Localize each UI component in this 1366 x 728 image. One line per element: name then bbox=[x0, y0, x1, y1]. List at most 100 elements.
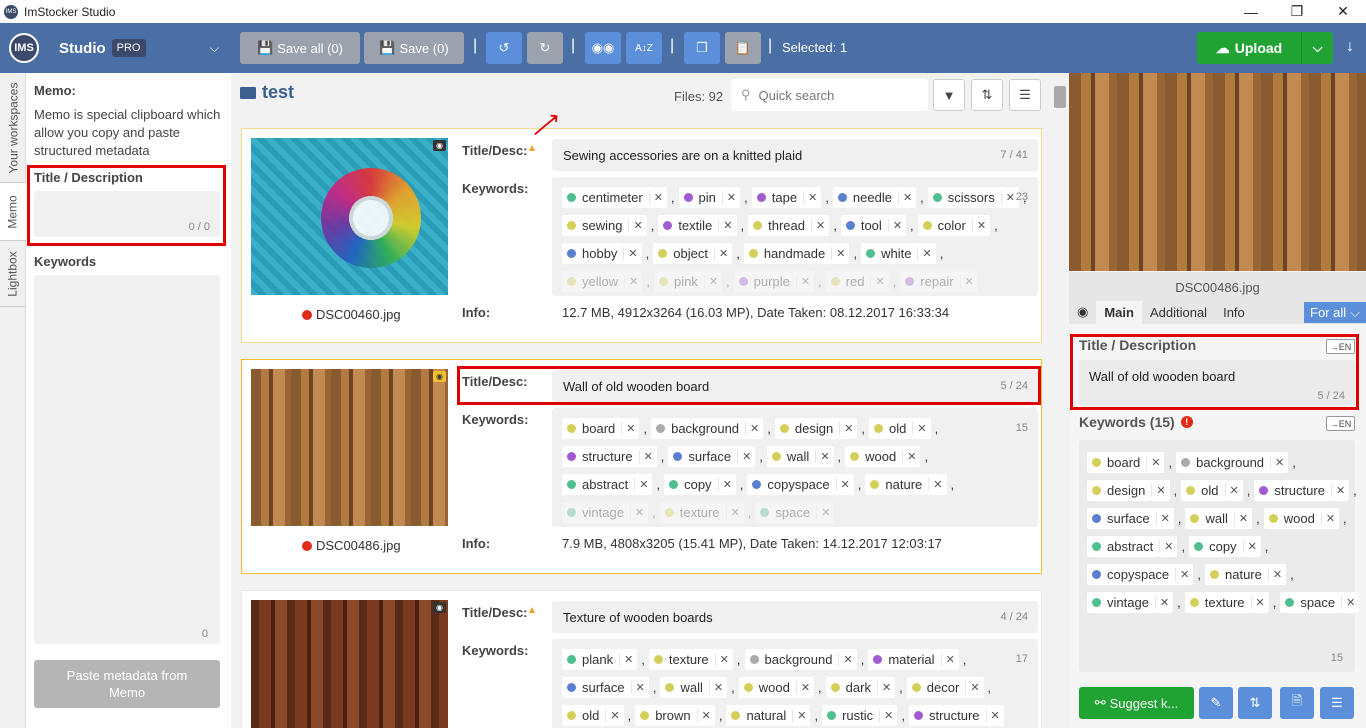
workspace-selector[interactable]: IMS Studio PRO ⌵ bbox=[0, 23, 231, 73]
remove-keyword-icon[interactable]: ✕ bbox=[628, 218, 646, 232]
search-input[interactable] bbox=[758, 87, 909, 103]
keyword-tag[interactable]: nature ✕ bbox=[1205, 563, 1287, 585]
tab-your-workspaces[interactable]: Your workspaces bbox=[0, 73, 26, 183]
remove-keyword-icon[interactable]: ✕ bbox=[795, 680, 814, 694]
remove-keyword-icon[interactable]: ✕ bbox=[717, 477, 736, 491]
keyword-tag[interactable]: tool ✕ bbox=[840, 214, 907, 236]
upload-dropdown-button[interactable]: ⌵ bbox=[1301, 32, 1333, 64]
keyword-tag[interactable]: background ✕ bbox=[651, 417, 764, 439]
keyword-tag[interactable]: centimeter ✕ bbox=[562, 186, 667, 208]
tab-memo[interactable]: Memo bbox=[0, 183, 26, 241]
keyword-tag[interactable]: material ✕ bbox=[868, 648, 959, 670]
keyword-tag[interactable]: object ✕ bbox=[653, 242, 733, 264]
remove-keyword-icon[interactable]: ✕ bbox=[745, 421, 763, 435]
quick-search[interactable]: ⚲ bbox=[731, 79, 928, 111]
tab-info[interactable]: Info bbox=[1215, 305, 1253, 324]
remove-keyword-icon[interactable]: ✕ bbox=[1270, 455, 1288, 469]
keyword-tag[interactable]: pin ✕ bbox=[678, 186, 741, 208]
undo-button[interactable]: ↺ bbox=[486, 32, 522, 64]
keyword-tag[interactable]: decor ✕ bbox=[906, 676, 984, 698]
thumbnail-image[interactable]: ◉ bbox=[251, 600, 448, 728]
keyword-tag[interactable]: pink ✕ bbox=[653, 270, 723, 292]
upload-button[interactable]: ☁ Upload ⌵ bbox=[1197, 32, 1333, 64]
remove-keyword-icon[interactable]: ✕ bbox=[795, 274, 814, 288]
keywords-field[interactable]: board ✕, background ✕, design ✕, old ✕, structur… bbox=[552, 408, 1038, 527]
keyword-tag[interactable]: white ✕ bbox=[861, 242, 936, 264]
keyword-tag[interactable]: design ✕ bbox=[1087, 479, 1170, 501]
remove-keyword-icon[interactable]: ✕ bbox=[1155, 511, 1174, 525]
keyword-tag[interactable]: vintage ✕ bbox=[1087, 591, 1174, 613]
camera-icon[interactable]: ◉ bbox=[1069, 304, 1096, 324]
memo-keywords-field[interactable]: 0 bbox=[34, 275, 220, 644]
keyword-tag[interactable]: sewing ✕ bbox=[562, 214, 647, 236]
view-mode-button[interactable]: ☰ bbox=[1009, 79, 1041, 111]
tab-lightbox[interactable]: Lightbox bbox=[0, 241, 26, 307]
paste-button[interactable]: 📋 bbox=[725, 32, 761, 64]
keyword-tag[interactable]: old ✕ bbox=[869, 417, 931, 439]
paste-metadata-button[interactable]: Paste metadata from Memo bbox=[34, 660, 220, 708]
menu-button[interactable]: ☰ bbox=[1320, 687, 1354, 719]
thumbnail-image[interactable]: ◉ bbox=[251, 138, 448, 295]
remove-keyword-icon[interactable]: ✕ bbox=[737, 449, 755, 463]
remove-keyword-icon[interactable]: ✕ bbox=[1159, 539, 1177, 553]
remove-keyword-icon[interactable]: ✕ bbox=[1146, 455, 1164, 469]
remove-keyword-icon[interactable]: ✕ bbox=[725, 505, 744, 519]
vertical-scrollbar[interactable] bbox=[1052, 82, 1068, 728]
suggest-keywords-button[interactable]: ⚯ Suggest k... bbox=[1079, 687, 1194, 719]
title-field[interactable]: Texture of wooden boards 4 / 24 bbox=[552, 601, 1038, 633]
keyword-tag[interactable]: brown ✕ bbox=[635, 704, 715, 726]
remove-keyword-icon[interactable]: ✕ bbox=[839, 421, 857, 435]
keywords-field[interactable]: plank ✕, texture ✕, background ✕, material ✕, su… bbox=[552, 639, 1038, 728]
download-arrow-icon[interactable]: ↓ bbox=[1346, 38, 1354, 56]
remove-keyword-icon[interactable]: ✕ bbox=[831, 246, 849, 260]
keyword-tag[interactable]: abstract ✕ bbox=[562, 473, 653, 495]
remove-keyword-icon[interactable]: ✕ bbox=[792, 708, 810, 722]
keyword-tag[interactable]: board ✕ bbox=[562, 417, 640, 439]
keyword-tag[interactable]: vintage ✕ bbox=[562, 501, 649, 523]
remove-keyword-icon[interactable]: ✕ bbox=[1320, 511, 1339, 525]
remove-keyword-icon[interactable]: ✕ bbox=[1224, 483, 1243, 497]
keyword-tag[interactable]: texture ✕ bbox=[659, 501, 744, 523]
keyword-tag[interactable]: surface ✕ bbox=[668, 445, 756, 467]
keyword-tag[interactable]: abstract ✕ bbox=[1087, 535, 1178, 557]
keyword-tag[interactable]: background ✕ bbox=[744, 648, 857, 670]
remove-keyword-icon[interactable]: ✕ bbox=[619, 652, 637, 666]
remove-keyword-icon[interactable]: ✕ bbox=[912, 421, 930, 435]
keyword-tag[interactable]: copy ✕ bbox=[664, 473, 736, 495]
keyword-tag[interactable]: hobby ✕ bbox=[562, 242, 642, 264]
remove-keyword-icon[interactable]: ✕ bbox=[985, 708, 1004, 722]
remove-keyword-icon[interactable]: ✕ bbox=[714, 652, 733, 666]
remove-keyword-icon[interactable]: ✕ bbox=[897, 190, 916, 204]
remove-keyword-icon[interactable]: ✕ bbox=[902, 449, 920, 463]
keyword-tag[interactable]: old ✕ bbox=[1181, 479, 1243, 501]
file-card[interactable]: ◉ Title/Desc: ▲ Keywords: Texture of woo… bbox=[241, 590, 1042, 728]
keyword-tag[interactable]: structure ✕ bbox=[908, 704, 1004, 726]
remove-keyword-icon[interactable]: ✕ bbox=[928, 477, 946, 491]
sort-az-button[interactable]: A↕Z bbox=[626, 32, 662, 64]
keyword-tag[interactable]: repair ✕ bbox=[900, 270, 978, 292]
keyword-tag[interactable]: needle ✕ bbox=[832, 186, 917, 208]
keyword-tag[interactable]: wall ✕ bbox=[766, 445, 834, 467]
details-keywords-field[interactable]: board ✕, background ✕, design ✕, old ✕, structur… bbox=[1079, 440, 1360, 672]
keyword-tag[interactable]: wall ✕ bbox=[1185, 507, 1253, 529]
remove-keyword-icon[interactable]: ✕ bbox=[917, 246, 935, 260]
keyword-tag[interactable]: structure ✕ bbox=[1254, 479, 1350, 501]
keyword-tag[interactable]: scissors ✕ bbox=[927, 186, 1019, 208]
find-button[interactable]: ◉◉ bbox=[585, 32, 621, 64]
edit-button[interactable]: ✎ bbox=[1199, 687, 1233, 719]
keyword-tag[interactable]: structure ✕ bbox=[562, 445, 657, 467]
keyword-tag[interactable]: color ✕ bbox=[917, 214, 991, 236]
remove-keyword-icon[interactable]: ✕ bbox=[1242, 539, 1261, 553]
keyword-tag[interactable]: natural ✕ bbox=[726, 704, 811, 726]
remove-keyword-icon[interactable]: ✕ bbox=[623, 246, 641, 260]
copy-button[interactable]: ❐ bbox=[684, 32, 720, 64]
keyword-tag[interactable]: texture ✕ bbox=[648, 648, 733, 670]
remove-keyword-icon[interactable]: ✕ bbox=[624, 274, 642, 288]
keyword-tag[interactable]: thread ✕ bbox=[748, 214, 830, 236]
keyword-tag[interactable]: copyspace ✕ bbox=[1087, 563, 1194, 585]
keyword-tag[interactable]: plank ✕ bbox=[562, 648, 638, 670]
remove-keyword-icon[interactable]: ✕ bbox=[634, 477, 652, 491]
keyword-tag[interactable]: board ✕ bbox=[1087, 451, 1165, 473]
remove-keyword-icon[interactable]: ✕ bbox=[965, 680, 983, 694]
remove-keyword-icon[interactable]: ✕ bbox=[1267, 567, 1286, 581]
